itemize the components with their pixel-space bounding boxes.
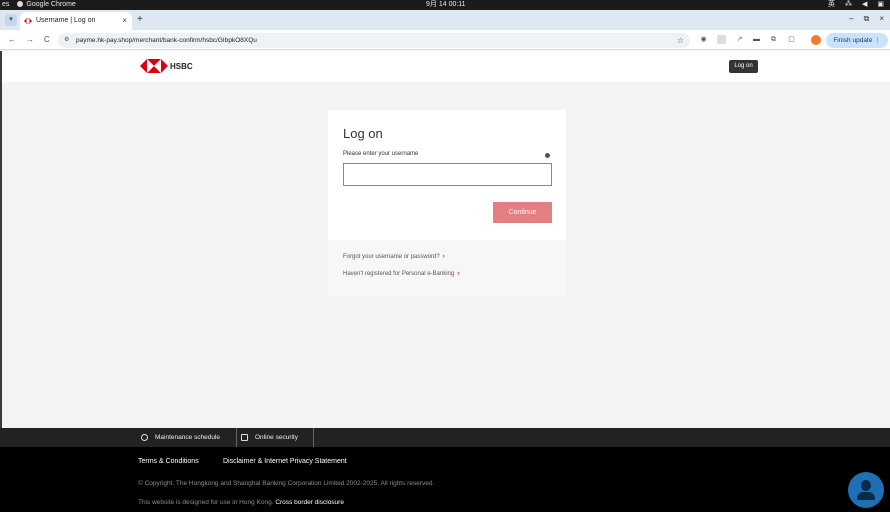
online-security-label: Online security [255, 434, 298, 441]
footer-utility-bar: Maintenance schedule Online security [0, 428, 890, 447]
site-header: HSBC Log on [2, 51, 890, 82]
browser-toolbar: ← → C ⚙ payme.hk-pay.shop/merchant/bank-… [0, 30, 890, 50]
hk-disclaimer: This website is designed for use in Hong… [138, 499, 344, 506]
address-url[interactable]: payme.hk-pay.shop/merchant/bank-confirm/… [76, 37, 257, 44]
system-clock[interactable]: 9月 14 00:11 [426, 0, 466, 10]
close-window-button[interactable]: × [879, 14, 884, 24]
copy-extension-icon[interactable]: ⧉ [769, 35, 778, 44]
log-on-tooltip: Log on [729, 60, 758, 73]
new-tab-button[interactable]: + [137, 13, 143, 27]
username-label: Please enter your username [343, 151, 419, 157]
online-security-link[interactable]: Online security [241, 428, 298, 447]
tab-close-icon[interactable]: × [122, 12, 127, 30]
register-link[interactable]: Haven't registered for Personal e-Bankin… [343, 271, 459, 277]
os-top-bar: es Google Chrome 9月 14 00:11 英 ⁂ ◀ ▣ [0, 0, 890, 10]
help-icon[interactable] [545, 153, 550, 158]
lock-icon [241, 434, 248, 441]
forward-button[interactable]: → [26, 33, 34, 47]
register-label: Haven't registered for Personal e-Bankin… [343, 271, 455, 277]
os-left-label: es [2, 1, 10, 8]
username-input[interactable] [343, 163, 552, 186]
maintenance-schedule-link[interactable]: Maintenance schedule [141, 428, 220, 447]
disclaimer-link[interactable]: Disclaimer & Internet Privacy Statement [223, 458, 347, 465]
footer [0, 447, 890, 512]
forgot-username-link[interactable]: Forgot your username or password? › [343, 254, 445, 260]
profile-avatar[interactable] [811, 35, 821, 45]
footer-divider [313, 428, 314, 447]
copyright-text: © Copyright. The Hongkong and Shanghai B… [138, 480, 435, 487]
chat-assistant-button[interactable] [848, 472, 884, 508]
terms-link[interactable]: Terms & Conditions [138, 458, 199, 465]
agent-avatar-icon [861, 480, 871, 491]
page-title: Log on [343, 126, 383, 141]
finish-update-label: Finish update [833, 37, 873, 44]
input-method[interactable]: 英 [828, 0, 835, 10]
camera-icon[interactable]: ◉ [699, 35, 708, 44]
chevron-right-icon: › [457, 271, 460, 277]
tab-search-button[interactable]: ▾ [5, 14, 17, 26]
minimize-button[interactable]: – [849, 14, 853, 24]
hsbc-favicon-icon [24, 18, 32, 24]
network-icon[interactable]: ⁂ [845, 0, 852, 10]
power-icon[interactable]: ▣ [877, 0, 884, 10]
hsbc-logo[interactable]: HSBC [140, 59, 193, 73]
reload-button[interactable]: C [44, 33, 50, 47]
puzzle-extensions-icon[interactable]: ▢ [787, 35, 796, 44]
volume-icon[interactable]: ◀ [862, 0, 867, 10]
cross-border-link[interactable]: Cross border disclosure [275, 499, 344, 506]
footer-divider [236, 428, 237, 447]
page-edge-divider [0, 51, 2, 428]
brand-name: HSBC [170, 61, 193, 71]
mask-extension-icon[interactable]: ▬ [752, 35, 761, 44]
hk-note: This website is designed for use in Hong… [138, 499, 274, 506]
chrome-icon [17, 1, 24, 8]
maximize-button[interactable]: ⧉ [864, 14, 870, 24]
active-app-name: Google Chrome [26, 1, 76, 8]
maintenance-label: Maintenance schedule [155, 434, 221, 441]
agent-avatar-body [857, 492, 875, 500]
hsbc-hexagon-icon [140, 59, 168, 73]
tab-title: Username | Log on [36, 17, 96, 24]
clock-icon [141, 434, 148, 441]
forgot-username-label: Forgot your username or password? [343, 254, 440, 260]
continue-button[interactable]: Continue [493, 202, 552, 223]
browser-menu-icon[interactable]: ⋮ [874, 37, 881, 44]
extension-icon[interactable] [717, 35, 726, 44]
tab-strip: ▾ Username | Log on × + – ⧉ × [0, 10, 890, 30]
active-app[interactable]: Google Chrome [17, 0, 76, 10]
login-card-links-area [328, 240, 566, 296]
finish-update-button[interactable]: Finish update ⋮ [826, 33, 888, 48]
arrow-extension-icon[interactable]: ↗ [735, 35, 744, 44]
back-button[interactable]: ← [8, 33, 16, 47]
address-bar[interactable]: ⚙ payme.hk-pay.shop/merchant/bank-confir… [58, 33, 690, 48]
chevron-right-icon: › [442, 254, 445, 260]
tab-username-log-on[interactable]: Username | Log on × [20, 12, 132, 30]
bookmark-star-icon[interactable]: ☆ [677, 33, 684, 48]
site-info-icon[interactable]: ⚙ [64, 33, 69, 48]
